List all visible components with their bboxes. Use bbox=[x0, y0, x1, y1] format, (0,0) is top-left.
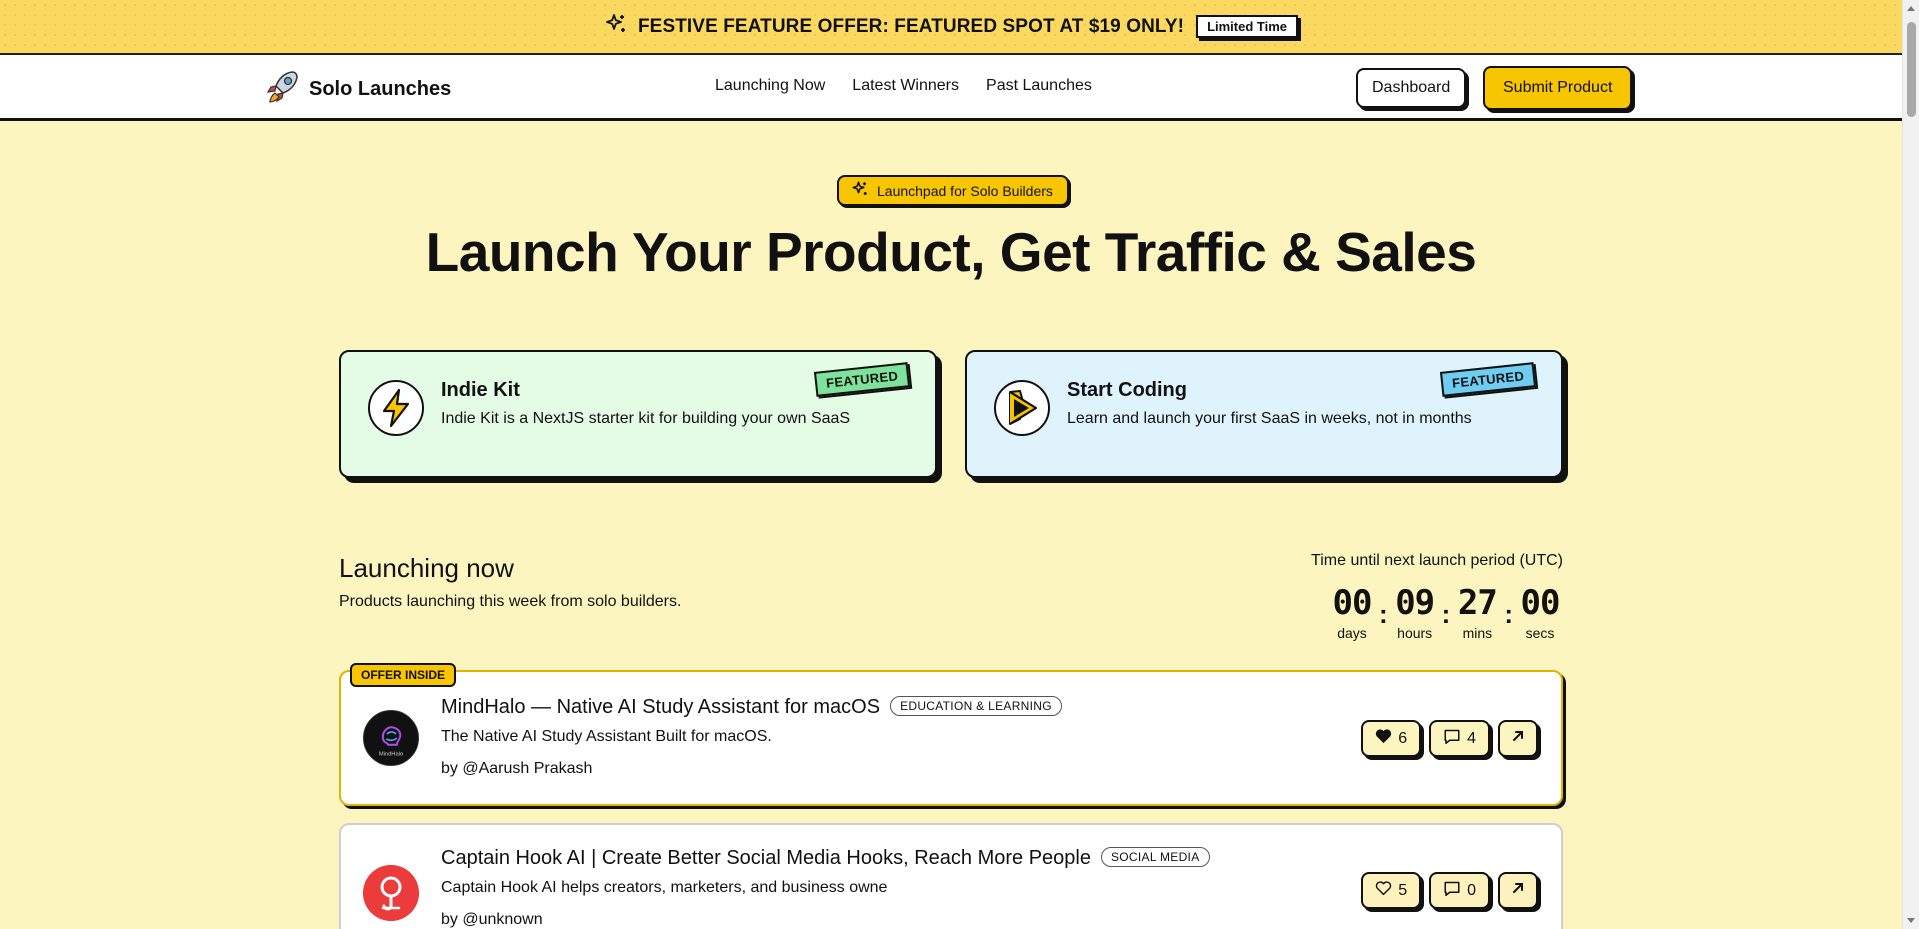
comments-button[interactable]: 4 bbox=[1429, 720, 1490, 757]
dashboard-button[interactable]: Dashboard bbox=[1356, 68, 1467, 108]
comments-button[interactable]: 0 bbox=[1429, 872, 1490, 909]
product-title[interactable]: MindHalo — Native AI Study Assistant for… bbox=[441, 696, 880, 718]
product-title-row: Captain Hook AI | Create Better Social M… bbox=[441, 846, 1210, 870]
product-logo-text: MindHalo bbox=[379, 751, 403, 757]
section-subtitle: Products launching this week from solo b… bbox=[339, 593, 682, 610]
visit-product-button[interactable] bbox=[1498, 872, 1538, 909]
featured-title: Start Coding bbox=[1067, 379, 1187, 401]
visit-product-button[interactable] bbox=[1498, 720, 1538, 757]
upvote-button[interactable]: 6 bbox=[1361, 720, 1422, 757]
upvote-button[interactable]: 5 bbox=[1361, 872, 1422, 909]
product-author[interactable]: by @Aarush Prakash bbox=[441, 760, 592, 778]
brand-name: Solo Launches bbox=[309, 78, 452, 100]
product-actions: 5 0 bbox=[1361, 872, 1538, 909]
scroll-down-arrow-icon[interactable] bbox=[1907, 918, 1915, 923]
rocket-icon bbox=[266, 69, 300, 110]
section-title: Launching now bbox=[339, 553, 514, 583]
countdown-hours: 09 hours bbox=[1388, 583, 1442, 641]
arrow-up-right-icon bbox=[1511, 881, 1525, 900]
countdown-label: Time until next launch period (UTC) bbox=[1311, 552, 1563, 569]
product-author[interactable]: by @unknown bbox=[441, 911, 543, 929]
brand-logo-link[interactable]: Solo Launches bbox=[266, 69, 451, 110]
promo-banner[interactable]: FESTIVE FEATURE OFFER: FEATURED SPOT AT … bbox=[0, 0, 1902, 55]
countdown-days-value: 00 bbox=[1332, 583, 1373, 623]
countdown-secs-value: 00 bbox=[1520, 583, 1561, 623]
product-card[interactable]: OFFER INSIDE MindHalo MindHalo — Native … bbox=[339, 663, 1563, 806]
product-title-row: MindHalo — Native AI Study Assistant for… bbox=[441, 695, 1062, 719]
category-tag[interactable]: SOCIAL MEDIA bbox=[1100, 846, 1210, 867]
hero-title: Launch Your Product, Get Traffic & Sales bbox=[425, 221, 1477, 283]
countdown-days: 00 days bbox=[1325, 583, 1379, 641]
featured-desc: Indie Kit is a NextJS starter kit for bu… bbox=[441, 410, 851, 427]
upvote-count: 6 bbox=[1398, 729, 1408, 747]
pill-label: Launchpad for Solo Builders bbox=[877, 182, 1053, 199]
upvote-count: 5 bbox=[1398, 881, 1408, 899]
product-logo: MindHalo bbox=[363, 710, 419, 766]
featured-desc: Learn and launch your first SaaS in week… bbox=[1067, 410, 1472, 427]
play-icon bbox=[994, 380, 1050, 436]
scrollbar-thumb[interactable] bbox=[1907, 22, 1916, 117]
nav-link-latest-winners[interactable]: Latest Winners bbox=[852, 77, 959, 95]
product-desc: The Native AI Study Assistant Built for … bbox=[441, 728, 772, 745]
nav-link-past-launches[interactable]: Past Launches bbox=[986, 77, 1092, 95]
product-logo bbox=[363, 865, 419, 921]
product-desc: Captain Hook AI helps creators, marketer… bbox=[441, 879, 888, 896]
comment-icon bbox=[1443, 728, 1461, 750]
arrow-up-right-icon bbox=[1511, 729, 1525, 748]
countdown-timer: 00 days : 09 hours : 27 mins : 00 secs bbox=[1325, 583, 1567, 641]
banner-text: FESTIVE FEATURE OFFER: FEATURED SPOT AT … bbox=[637, 15, 1185, 37]
sparkles-icon bbox=[604, 12, 628, 41]
countdown-mins: 27 mins bbox=[1450, 583, 1504, 641]
category-tag[interactable]: EDUCATION & LEARNING bbox=[890, 695, 1062, 716]
top-nav: Solo Launches Launching Now Latest Winne… bbox=[0, 55, 1902, 121]
countdown-secs: 00 secs bbox=[1513, 583, 1567, 641]
countdown-secs-label: secs bbox=[1525, 625, 1555, 641]
countdown-separator: : bbox=[1379, 598, 1388, 629]
lightning-icon bbox=[368, 380, 424, 436]
sparkles-icon bbox=[851, 180, 869, 201]
limited-time-badge: Limited Time bbox=[1196, 15, 1299, 38]
heart-filled-icon bbox=[1375, 728, 1392, 749]
launchpad-pill: Launchpad for Solo Builders bbox=[837, 175, 1069, 206]
featured-badge: FEATURED bbox=[813, 362, 911, 397]
product-card[interactable]: Captain Hook AI | Create Better Social M… bbox=[339, 823, 1563, 929]
countdown-separator: : bbox=[1504, 598, 1514, 629]
submit-product-button[interactable]: Submit Product bbox=[1483, 66, 1633, 110]
page-scrollbar[interactable] bbox=[1902, 0, 1919, 929]
comment-count: 4 bbox=[1467, 729, 1476, 747]
featured-card-start-coding[interactable]: Start Coding Learn and launch your first… bbox=[965, 350, 1563, 478]
comment-icon bbox=[1443, 880, 1461, 902]
countdown-mins-label: mins bbox=[1462, 625, 1493, 641]
heart-outline-icon bbox=[1375, 880, 1392, 901]
countdown-mins-value: 27 bbox=[1457, 583, 1498, 623]
offer-inside-badge: OFFER INSIDE bbox=[350, 663, 457, 687]
featured-card-indie-kit[interactable]: Indie Kit Indie Kit is a NextJS starter … bbox=[339, 350, 937, 478]
product-title[interactable]: Captain Hook AI | Create Better Social M… bbox=[441, 847, 1091, 869]
nav-link-launching-now[interactable]: Launching Now bbox=[715, 77, 825, 95]
featured-title: Indie Kit bbox=[441, 379, 520, 401]
countdown-hours-value: 09 bbox=[1395, 583, 1435, 623]
featured-badge: FEATURED bbox=[1439, 362, 1537, 397]
nav-links: Launching Now Latest Winners Past Launch… bbox=[715, 77, 1092, 95]
countdown-hours-label: hours bbox=[1397, 625, 1433, 641]
countdown-separator: : bbox=[1441, 598, 1451, 629]
comment-count: 0 bbox=[1467, 881, 1476, 899]
product-actions: 6 4 bbox=[1361, 720, 1538, 757]
countdown-days-label: days bbox=[1337, 625, 1367, 641]
scroll-up-arrow-icon[interactable] bbox=[1907, 6, 1915, 11]
